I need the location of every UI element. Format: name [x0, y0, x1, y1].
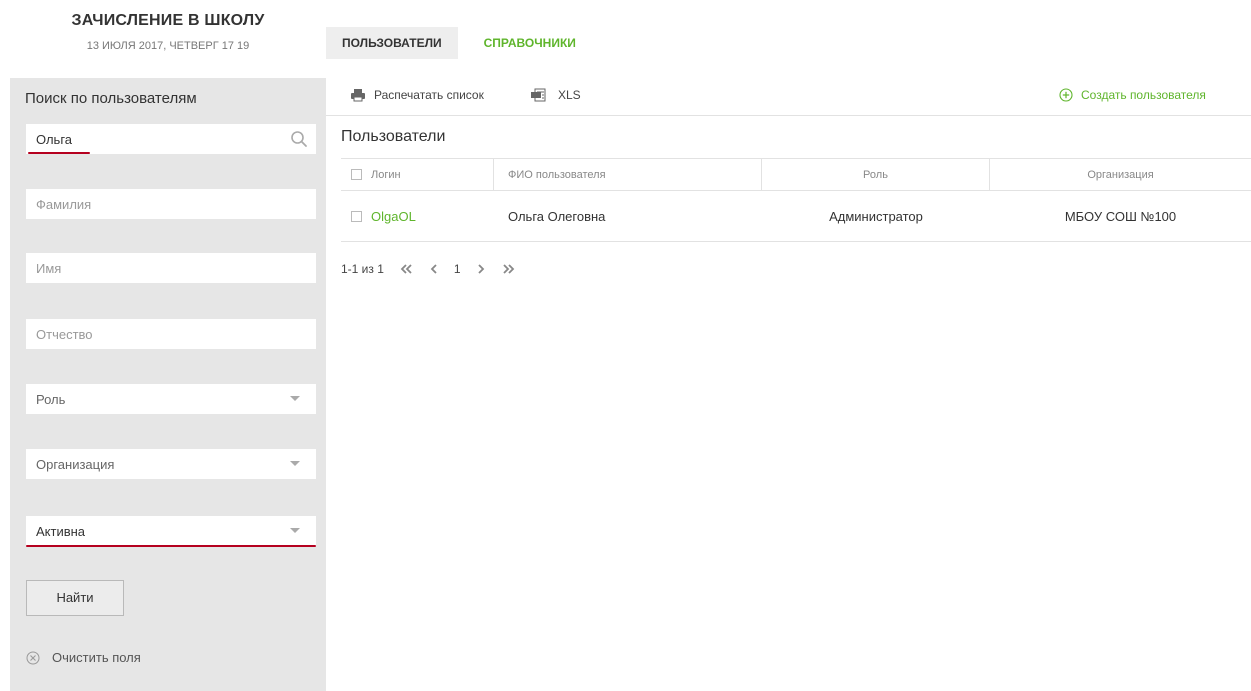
- column-header-fio[interactable]: ФИО пользователя: [494, 159, 762, 190]
- main-nav: ПОЛЬЗОВАТЕЛИ СПРАВОЧНИКИ: [326, 27, 592, 59]
- create-user-label: Создать пользователя: [1081, 88, 1206, 102]
- printer-icon: [351, 89, 365, 102]
- first-page-icon[interactable]: [400, 264, 414, 274]
- search-input[interactable]: [26, 124, 316, 154]
- find-button[interactable]: Найти: [26, 580, 124, 616]
- column-header-organization[interactable]: Организация: [990, 159, 1251, 190]
- tab-directories[interactable]: СПРАВОЧНИКИ: [468, 27, 592, 59]
- table-header: Логин ФИО пользователя Роль Организация: [341, 159, 1251, 191]
- role-select[interactable]: Роль: [26, 384, 316, 414]
- page-title: Пользователи: [341, 128, 446, 145]
- search-icon[interactable]: [290, 130, 308, 148]
- users-table: Логин ФИО пользователя Роль Организация …: [341, 158, 1251, 242]
- row-select-cell: [341, 191, 371, 241]
- select-all-cell: [341, 159, 371, 190]
- prev-page-icon[interactable]: [430, 264, 438, 274]
- patronymic-input[interactable]: [26, 319, 316, 349]
- app-header: ЗАЧИСЛЕНИЕ В ШКОЛУ 13 ИЮЛЯ 2017, ЧЕТВЕРГ…: [0, 0, 1251, 78]
- role-cell: Администратор: [829, 208, 923, 224]
- plus-circle-icon: [1059, 88, 1073, 102]
- table-row: OlgaOL Ольга Олеговна Администратор МБОУ…: [341, 191, 1251, 242]
- row-checkbox[interactable]: [350, 210, 362, 222]
- organization-select[interactable]: Организация: [26, 449, 316, 479]
- chevron-down-icon: [290, 461, 300, 466]
- clear-fields-label: Очистить поля: [52, 650, 141, 665]
- column-header-role[interactable]: Роль: [762, 159, 990, 190]
- last-page-icon[interactable]: [501, 264, 515, 274]
- annotation-underline: [28, 152, 90, 154]
- print-list-button[interactable]: Распечатать список: [350, 88, 484, 102]
- brand: ЗАЧИСЛЕНИЕ В ШКОЛУ 13 ИЮЛЯ 2017, ЧЕТВЕРГ…: [48, 12, 288, 52]
- xls-export-button[interactable]: XLS: [530, 88, 581, 102]
- status-select-value: Активна: [36, 524, 86, 539]
- patronymic-field: [26, 319, 316, 349]
- fio-cell: Ольга Олеговна: [508, 208, 606, 224]
- organization-select-value: Организация: [36, 457, 115, 472]
- select-all-checkbox[interactable]: [350, 169, 362, 180]
- annotation-underline: [26, 545, 316, 547]
- toolbar: Распечатать список XLS Создать пользоват…: [326, 78, 1251, 116]
- chevron-down-icon: [290, 528, 300, 533]
- print-list-label: Распечатать список: [374, 88, 484, 102]
- login-cell: OlgaOL: [371, 191, 494, 241]
- pagination-range: 1-1 из 1: [341, 262, 384, 276]
- lastname-field: [26, 189, 316, 219]
- clear-fields-button[interactable]: Очистить поля: [26, 650, 141, 665]
- xls-label: XLS: [558, 88, 581, 102]
- create-user-button[interactable]: Создать пользователя: [1059, 88, 1206, 102]
- lastname-input[interactable]: [26, 189, 316, 219]
- xls-icon: [531, 88, 546, 102]
- firstname-field: [26, 253, 316, 283]
- next-page-icon[interactable]: [477, 264, 485, 274]
- organization-cell: МБОУ СОШ №100: [1064, 208, 1177, 224]
- column-header-login[interactable]: Логин: [371, 159, 494, 190]
- status-select[interactable]: Активна: [26, 516, 316, 546]
- clear-circle-icon: [26, 651, 40, 664]
- search-sidebar: Поиск по пользователям Роль Организация …: [10, 78, 326, 691]
- firstname-input[interactable]: [26, 253, 316, 283]
- user-login-link[interactable]: OlgaOL: [371, 209, 416, 224]
- tab-users[interactable]: ПОЛЬЗОВАТЕЛИ: [326, 27, 458, 59]
- pagination: 1-1 из 1 1: [341, 262, 515, 276]
- app-title: ЗАЧИСЛЕНИЕ В ШКОЛУ: [71, 12, 265, 29]
- current-date: 13 ИЮЛЯ 2017, ЧЕТВЕРГ 17 19: [86, 40, 250, 52]
- search-field: [26, 124, 316, 154]
- sidebar-title: Поиск по пользователям: [25, 90, 197, 107]
- chevron-down-icon: [290, 396, 300, 401]
- role-select-value: Роль: [36, 392, 66, 407]
- page-number[interactable]: 1: [454, 262, 461, 276]
